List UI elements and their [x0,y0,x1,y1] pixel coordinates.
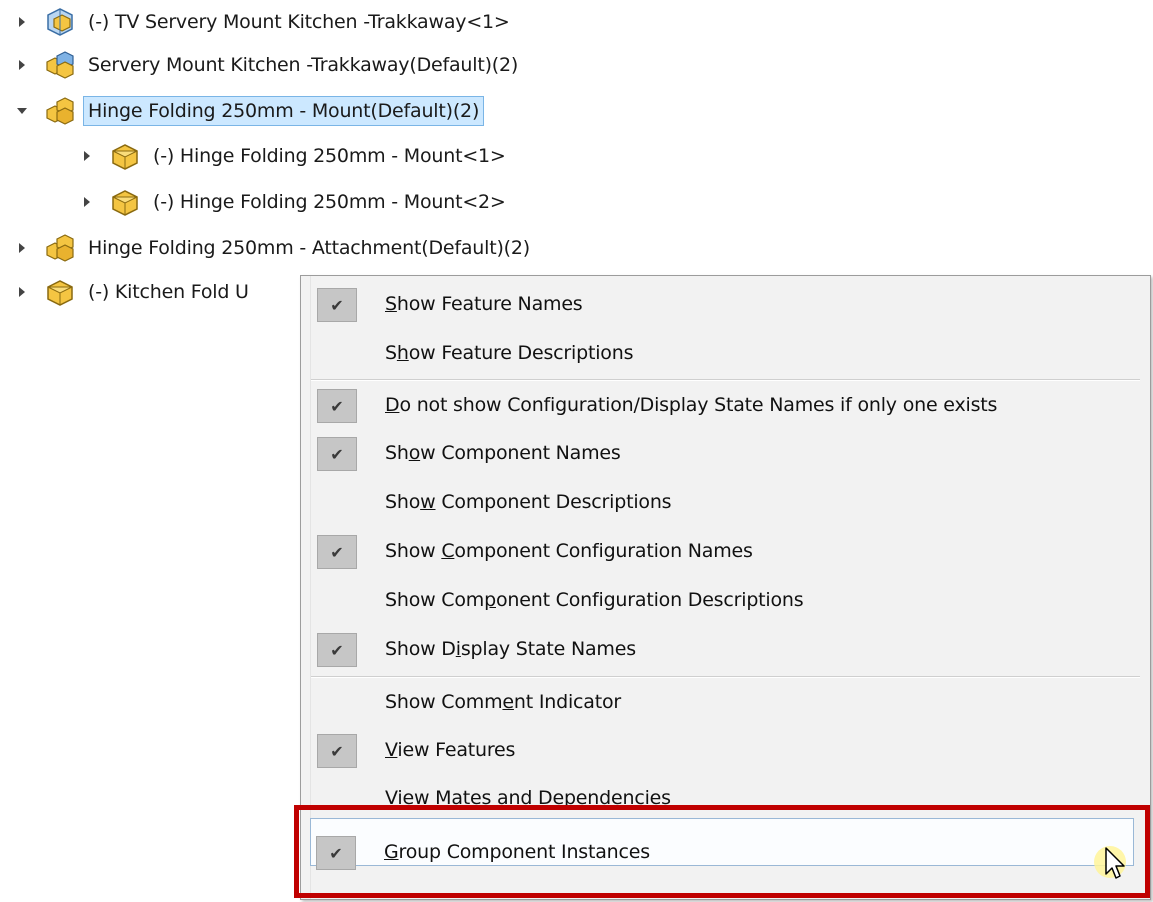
tree-row-selected[interactable]: Hinge Folding 250mm - Mount(Default)(2) [10,91,485,131]
tree-item-label: (-) Hinge Folding 250mm - Mount<1> [153,145,506,167]
checkmark-icon: ✔ [317,734,357,768]
sub-assembly-icon [42,49,78,81]
menu-item-show-component-configuration-descriptions[interactable]: Show Component Configuration Description… [301,580,1150,620]
expand-arrow-icon[interactable] [75,190,99,214]
tree-row[interactable]: Hinge Folding 250mm - Attachment(Default… [10,228,534,268]
tree-row[interactable]: (-) Hinge Folding 250mm - Mount<2> [75,182,510,222]
menu-item-show-feature-descriptions[interactable]: Show Feature Descriptions [301,333,1150,373]
expand-arrow-icon[interactable] [10,236,34,260]
part-yellow-icon [42,276,78,308]
annotation-highlight-box [294,805,1150,898]
menu-separator [311,676,1140,678]
menu-item-show-component-descriptions[interactable]: Show Component Descriptions [301,482,1150,522]
menu-item-label: Do not show Configuration/Display State … [385,394,998,416]
mouse-pointer-icon [1094,844,1140,898]
menu-item-label: Show Comment Indicator [385,691,622,713]
tree-item-label: Servery Mount Kitchen -Trakkaway(Default… [88,54,519,76]
tree-item-label: (-) Hinge Folding 250mm - Mount<2> [153,191,506,213]
menu-item-label: View Features [385,739,516,761]
menu-separator [311,379,1140,381]
tree-row[interactable]: Servery Mount Kitchen -Trakkaway(Default… [10,45,522,85]
collapse-arrow-icon[interactable] [10,99,34,123]
menu-item-show-component-configuration-names[interactable]: ✔ Show Component Configuration Names [301,531,1150,571]
expand-arrow-icon[interactable] [10,10,34,34]
checkmark-icon: ✔ [317,633,357,667]
menu-item-label: Show Component Configuration Names [385,540,753,562]
part-yellow-icon [107,186,143,218]
tree-item-label: Hinge Folding 250mm - Mount(Default)(2) [82,96,485,126]
expand-arrow-icon[interactable] [10,280,34,304]
expand-arrow-icon[interactable] [75,144,99,168]
part-yellow-icon [107,140,143,172]
tree-row[interactable]: (-) Hinge Folding 250mm - Mount<1> [75,136,510,176]
checkmark-icon: ✔ [317,288,357,322]
expand-arrow-icon[interactable] [10,53,34,77]
tree-item-label: (-) TV Servery Mount Kitchen -Trakkaway<… [88,11,510,33]
checkmark-icon: ✔ [317,535,357,569]
menu-item-show-comment-indicator[interactable]: Show Comment Indicator [301,682,1150,722]
tree-item-label: (-) Kitchen Fold U [88,281,249,303]
menu-item-show-component-names[interactable]: ✔ Show Component Names [301,433,1150,473]
part-group-icon [42,95,78,127]
menu-item-show-feature-names[interactable]: ✔ Show Feature Names [301,284,1150,324]
assembly-blue-icon [42,6,78,38]
menu-item-show-display-state-names[interactable]: ✔ Show Display State Names [301,629,1150,669]
checkmark-icon: ✔ [317,437,357,471]
menu-item-label: Show Feature Descriptions [385,342,634,364]
menu-item-label: Show Component Descriptions [385,491,672,513]
menu-item-view-features[interactable]: ✔ View Features [301,730,1150,770]
part-group-icon [42,232,78,264]
tree-row[interactable]: (-) Kitchen Fold U [10,272,253,312]
feature-tree: (-) TV Servery Mount Kitchen -Trakkaway<… [0,0,665,320]
tree-item-label: Hinge Folding 250mm - Attachment(Default… [88,237,530,259]
menu-item-label: Show Component Configuration Description… [385,589,804,611]
menu-item-label: Show Component Names [385,442,621,464]
menu-item-label: Show Display State Names [385,638,636,660]
menu-item-hide-single-config-names[interactable]: ✔ Do not show Configuration/Display Stat… [301,385,1150,425]
tree-row[interactable]: (-) TV Servery Mount Kitchen -Trakkaway<… [10,2,514,42]
checkmark-icon: ✔ [317,389,357,423]
menu-item-label: Show Feature Names [385,293,583,315]
